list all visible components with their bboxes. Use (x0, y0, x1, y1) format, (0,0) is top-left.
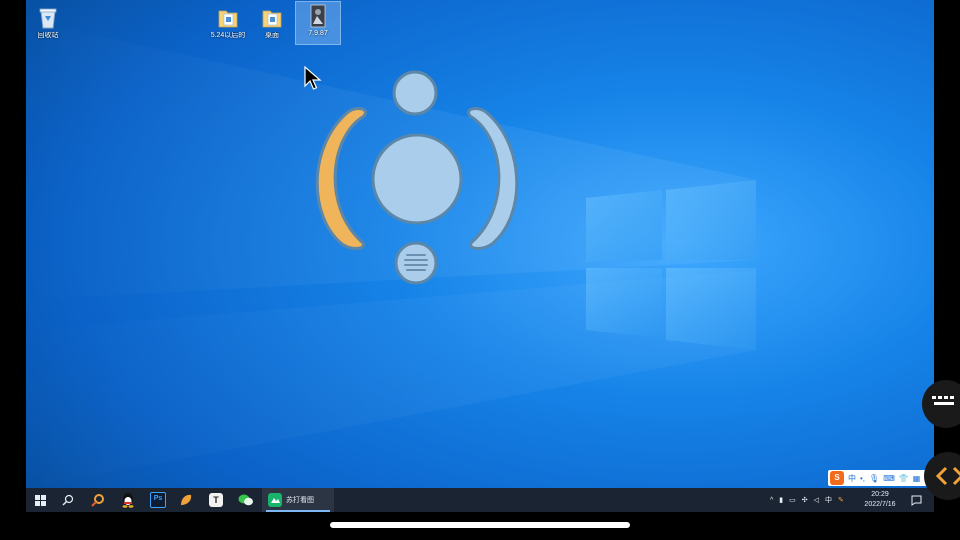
desktop-icon-folder-desktop[interactable]: 桌面 (250, 4, 294, 46)
volume-icon[interactable]: ◁ (814, 496, 819, 504)
desktop-icon-label: 7.9.87 (308, 30, 328, 37)
search-icon[interactable] (58, 490, 78, 510)
usb-icon[interactable]: ▮ (779, 496, 783, 504)
taskbar-clock[interactable]: 20:29 2022/7/16 (858, 490, 902, 510)
desktop-icon-image-file[interactable]: 7.9.87 (295, 1, 341, 45)
desktop-icon-folder-524[interactable]: 5.24以后的 (206, 4, 250, 46)
windows-start-icon[interactable] (30, 490, 50, 510)
chevron-up-icon[interactable]: ^ (770, 497, 773, 504)
top-circle-button[interactable] (392, 70, 438, 116)
desktop-icon-recycle-bin[interactable]: 回收站 (26, 4, 70, 46)
keyboard-icon (932, 396, 954, 405)
grid-icon[interactable]: ▦ (913, 474, 921, 483)
taskbar-app-sudakantu[interactable]: 苏打看图 (262, 488, 334, 512)
ime-toolbar[interactable]: S 中 •, 🎙 ⌨ 👕 ▦ (828, 470, 934, 486)
sogou-tray-icon[interactable]: ✎ (838, 496, 844, 504)
system-tray: ^ ▮ ▭ ✣ ◁ 中 ✎ (770, 488, 844, 512)
device-frame: 回收站 5.24以后的 桌面 7.9.87 S 中 •, 🎙 ⌨ 👕 ▦ Ps … (0, 0, 960, 540)
active-indicator (266, 510, 330, 512)
left-arc-button[interactable] (312, 106, 374, 252)
battery-icon[interactable]: ▭ (789, 496, 796, 504)
floating-controller (312, 70, 522, 288)
desktop-icon-label: 回收站 (37, 32, 59, 39)
menu-button[interactable] (394, 240, 438, 286)
taskbar-app-label: 苏打看图 (286, 497, 314, 504)
punctuation-icon[interactable]: •, (860, 474, 865, 483)
folder-icon (217, 6, 239, 30)
center-circle-button[interactable] (370, 132, 464, 226)
recycle-bin-icon (37, 6, 59, 30)
home-indicator[interactable] (330, 522, 630, 528)
wechat-icon[interactable] (236, 490, 256, 510)
app-icon[interactable] (176, 490, 196, 510)
desktop-icon-label: 5.24以后的 (210, 32, 246, 39)
image-file-icon (307, 4, 329, 28)
photoshop-icon[interactable]: Ps (148, 490, 168, 510)
sogou-logo-icon[interactable]: S (830, 471, 844, 485)
folder-icon (261, 6, 283, 30)
desktop-icon-label: 桌面 (265, 32, 279, 39)
qq-icon[interactable] (118, 490, 138, 510)
taskbar: Ps T 苏打看图 ^ ▮ ▭ ✣ ◁ 中 ✎ 20:29 2022/7/16 (26, 488, 934, 512)
desktop-screen: 回收站 5.24以后的 桌面 7.9.87 S 中 •, 🎙 ⌨ 👕 ▦ Ps … (26, 0, 934, 512)
input-language[interactable]: 中 (825, 495, 832, 505)
chevron-left-right-icon (935, 466, 960, 486)
clock-time: 20:29 (871, 491, 889, 498)
sudakantu-icon (268, 493, 282, 507)
keyboard-icon[interactable]: ⌨ (883, 474, 895, 483)
typora-icon[interactable]: T (206, 490, 226, 510)
clock-date: 2022/7/16 (864, 501, 896, 508)
notification-icon[interactable] (906, 490, 926, 510)
right-arc-button[interactable] (460, 106, 522, 252)
ime-lang-toggle[interactable]: 中 (848, 473, 856, 484)
mic-icon[interactable]: 🎙 (869, 474, 879, 483)
browser-icon[interactable] (88, 490, 108, 510)
network-icon[interactable]: ✣ (802, 496, 808, 504)
skin-icon[interactable]: 👕 (899, 474, 909, 483)
